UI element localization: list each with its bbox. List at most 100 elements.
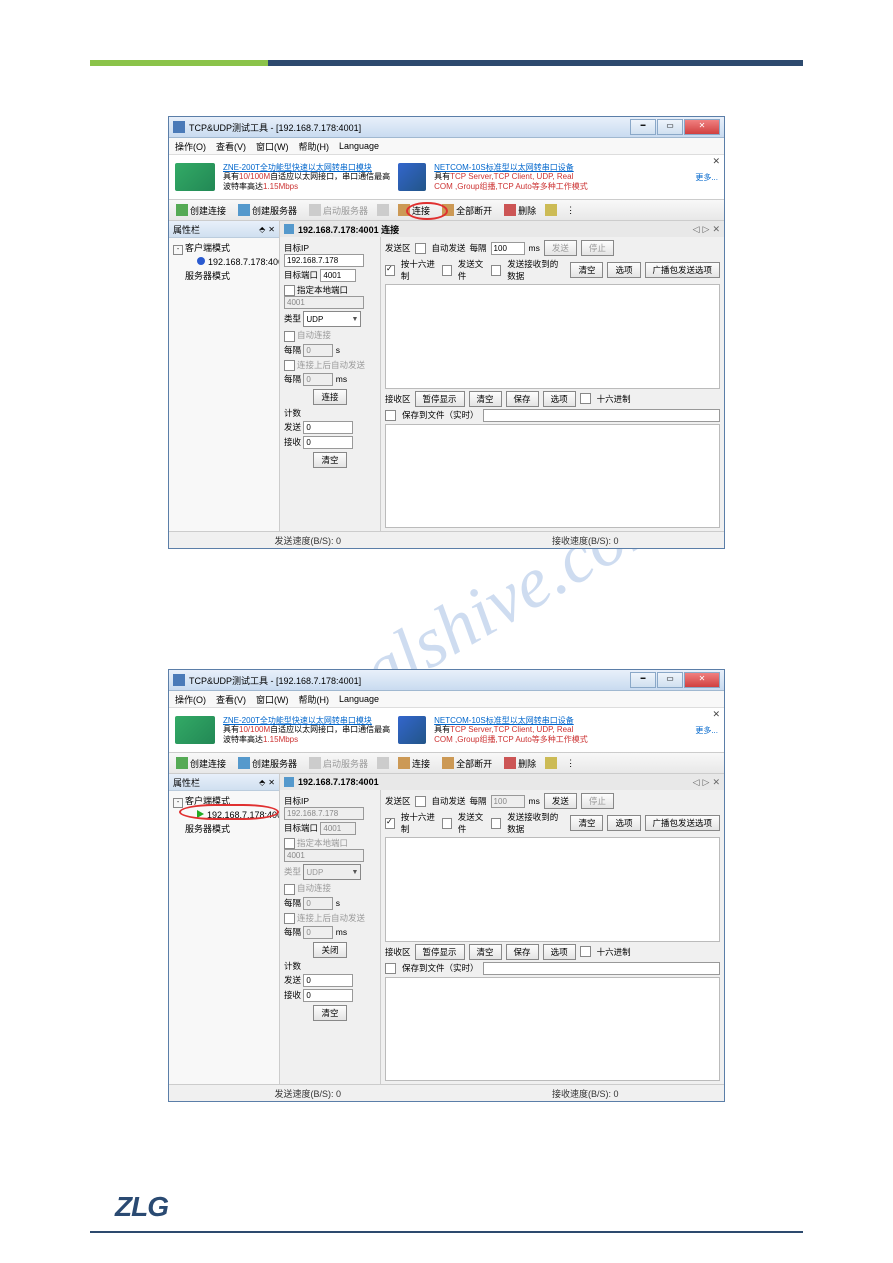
maximize-button[interactable]: ▭ [657, 119, 683, 135]
hex-checkbox[interactable] [385, 818, 395, 829]
menu-operate[interactable]: 操作(O) [175, 693, 206, 706]
send-file-checkbox[interactable] [442, 818, 452, 829]
overflow-button[interactable]: ⋮ [563, 757, 578, 770]
menu-language[interactable]: Language [339, 141, 379, 151]
send-file-checkbox[interactable] [442, 265, 452, 276]
recv-save-button[interactable]: 保存 [506, 391, 539, 407]
disconnect-all-button[interactable]: 全部断开 [439, 756, 495, 771]
tree-collapse-icon[interactable]: - [173, 245, 183, 255]
tree-server-mode[interactable]: 服务器模式 [171, 821, 277, 836]
ad1-line2b: 10/100M [239, 172, 270, 181]
ad-close-icon[interactable]: ✕ [712, 709, 720, 720]
send-textbox[interactable] [385, 284, 720, 389]
tree-collapse-icon[interactable]: - [173, 798, 183, 808]
recv-hex-checkbox[interactable] [580, 393, 591, 404]
menubar-2: 操作(O) 查看(V) 窗口(W) 帮助(H) Language [169, 691, 724, 708]
recv-hex-checkbox[interactable] [580, 946, 591, 957]
send-recv-checkbox[interactable] [491, 265, 501, 276]
send-recv-checkbox[interactable] [491, 818, 501, 829]
menu-view[interactable]: 查看(V) [216, 140, 246, 153]
create-srv-button[interactable]: 创建服务器 [235, 203, 300, 218]
save-file-checkbox[interactable] [385, 410, 396, 421]
clear-count-button[interactable]: 清空 [313, 452, 346, 468]
menu-window[interactable]: 窗口(W) [256, 693, 289, 706]
tab-label[interactable]: 192.168.7.178:4001 连接 [298, 223, 399, 236]
tab-nav[interactable]: ◁▷✕ [693, 777, 720, 788]
hex-checkbox[interactable] [385, 265, 395, 276]
save-file-input[interactable] [483, 962, 720, 975]
misc-icon[interactable] [545, 204, 557, 216]
local-port-checkbox[interactable] [284, 285, 295, 296]
interval-row: 每隔 0 s [284, 897, 376, 910]
ad-more-link[interactable]: 更多... [695, 725, 718, 736]
menu-view[interactable]: 查看(V) [216, 693, 246, 706]
close-button[interactable]: ✕ [684, 119, 720, 135]
delete-button[interactable]: 删除 [501, 756, 539, 771]
send-opt-button[interactable]: 选项 [607, 262, 640, 278]
tree-client-mode[interactable]: -客户端模式 [171, 793, 277, 809]
save-file-checkbox[interactable] [385, 963, 396, 974]
ad-close-icon[interactable]: ✕ [712, 156, 720, 167]
menu-help[interactable]: 帮助(H) [299, 140, 330, 153]
send-opt-button[interactable]: 选项 [607, 815, 640, 831]
disconnect-all-button[interactable]: 全部断开 [439, 203, 495, 218]
connect-button[interactable]: 连接 [395, 203, 433, 218]
maximize-button[interactable]: ▭ [657, 672, 683, 688]
tree-connection-item[interactable]: 192.168.7.178:4001 [171, 256, 277, 268]
recv-clear-button[interactable]: 清空 [469, 391, 502, 407]
footer-line [90, 1231, 803, 1233]
target-port-input[interactable]: 4001 [320, 269, 356, 282]
close-conn-button[interactable]: 关闭 [313, 942, 346, 958]
tree-server-mode[interactable]: 服务器模式 [171, 268, 277, 283]
target-ip-input[interactable]: 192.168.7.178 [284, 254, 364, 267]
connect-action-button[interactable]: 连接 [313, 389, 346, 405]
recv-textbox[interactable] [385, 424, 720, 529]
send-button[interactable]: 发送 [544, 793, 577, 809]
tab-label-2[interactable]: 192.168.7.178:4001 [298, 777, 379, 787]
broadcast-button[interactable]: 广播包发送选项 [645, 262, 721, 278]
pause-show-button[interactable]: 暂停显示 [415, 391, 465, 407]
recv-count-row: 接收 0 [284, 989, 376, 1002]
ad2-link[interactable]: NETCOM-10S标准型以太网转串口设备 [434, 163, 574, 172]
create-srv-button[interactable]: 创建服务器 [235, 756, 300, 771]
overflow-button[interactable]: ⋮ [563, 204, 578, 217]
ad1-link[interactable]: ZNE-200T全功能型快速以太网转串口模块 [223, 163, 372, 172]
clear-count-button[interactable]: 清空 [313, 1005, 346, 1021]
menu-language[interactable]: Language [339, 694, 379, 704]
recv-opt-button[interactable]: 选项 [543, 391, 576, 407]
sidebar-pin[interactable]: ⬘✕ [259, 225, 275, 234]
delete-button[interactable]: 删除 [501, 203, 539, 218]
menu-window[interactable]: 窗口(W) [256, 140, 289, 153]
tree-connection-item[interactable]: 192.168.7.178:4001 [171, 809, 277, 821]
minimize-button[interactable]: ━ [630, 672, 656, 688]
ad1-link[interactable]: ZNE-200T全功能型快速以太网转串口模块 [223, 716, 372, 725]
create-conn-button[interactable]: 创建连接 [173, 756, 229, 771]
recv-clear-button[interactable]: 清空 [469, 944, 502, 960]
sidebar-pin[interactable]: ⬘✕ [259, 778, 275, 787]
tab-nav[interactable]: ◁▷✕ [693, 224, 720, 235]
recv-save-button[interactable]: 保存 [506, 944, 539, 960]
ad-more-link[interactable]: 更多... [695, 172, 718, 183]
connect-button[interactable]: 连接 [395, 756, 433, 771]
auto-send-checkbox[interactable] [415, 796, 426, 807]
send-file-label: 发送文件 [458, 258, 488, 282]
create-conn-button[interactable]: 创建连接 [173, 203, 229, 218]
tree-client-mode[interactable]: -客户端模式 [171, 240, 277, 256]
send-clear-button[interactable]: 清空 [570, 262, 603, 278]
broadcast-button[interactable]: 广播包发送选项 [645, 815, 721, 831]
send-clear-button[interactable]: 清空 [570, 815, 603, 831]
interval-value-input[interactable]: 100 [491, 242, 525, 255]
save-file-input[interactable] [483, 409, 720, 422]
type-select[interactable]: UDP▼ [303, 311, 361, 327]
pause-show-button[interactable]: 暂停显示 [415, 944, 465, 960]
ad2-link[interactable]: NETCOM-10S标准型以太网转串口设备 [434, 716, 574, 725]
close-button[interactable]: ✕ [684, 672, 720, 688]
minimize-button[interactable]: ━ [630, 119, 656, 135]
send-textbox[interactable] [385, 837, 720, 942]
auto-send-checkbox[interactable] [415, 243, 426, 254]
recv-opt-button[interactable]: 选项 [543, 944, 576, 960]
menu-help[interactable]: 帮助(H) [299, 693, 330, 706]
misc-icon[interactable] [545, 757, 557, 769]
recv-textbox[interactable] [385, 977, 720, 1082]
menu-operate[interactable]: 操作(O) [175, 140, 206, 153]
